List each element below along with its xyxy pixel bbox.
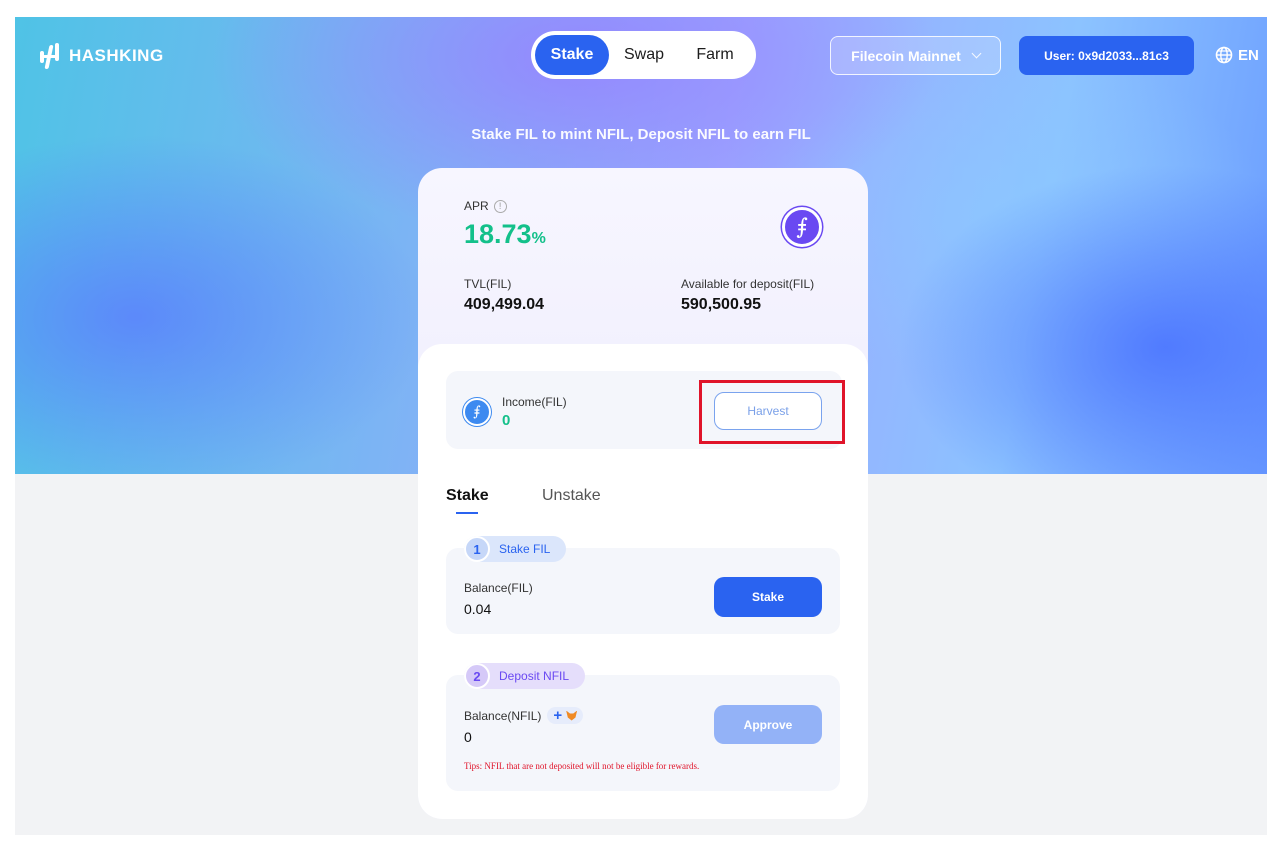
language-switcher[interactable]: EN [1215, 46, 1259, 64]
harvest-button[interactable]: Harvest [714, 392, 822, 430]
apr-label-row: APR ! [464, 199, 507, 213]
step-stake-fil: 1 Stake FIL Balance(FIL) 0.04 Stake [446, 536, 840, 634]
stake-card: APR ! 18.73% ⨎ TVL(FIL) 409,499.04 Avail… [418, 168, 868, 819]
balance-label: Balance(NFIL) [464, 708, 542, 723]
globe-icon [1215, 46, 1233, 64]
info-icon[interactable]: ! [493, 199, 507, 213]
add-token-icon[interactable]: + [553, 708, 562, 723]
tvl-label: TVL(FIL) [464, 277, 512, 291]
tab-unstake[interactable]: Unstake [542, 487, 601, 505]
step-deposit-nfil: 2 Deposit NFIL Balance(NFIL) + 0 Approve… [446, 663, 840, 791]
stats-panel: APR ! 18.73% ⨎ TVL(FIL) 409,499.04 Avail… [418, 168, 868, 368]
approve-button[interactable]: Approve [714, 705, 822, 744]
nav-tab-farm[interactable]: Farm [679, 35, 751, 75]
chevron-down-icon [971, 48, 982, 59]
step-tag: 1 Stake FIL [464, 536, 567, 562]
balance-value: 0.04 [464, 601, 492, 617]
balance-value: 0 [464, 729, 472, 745]
active-tab-indicator [456, 512, 478, 514]
network-select[interactable]: Filecoin Mainnet [830, 36, 1001, 75]
step-number: 2 [464, 663, 490, 689]
income-box: ⨎ Income(FIL) 0 Harvest [446, 371, 845, 449]
tips-text: Tips: NFIL that are not deposited will n… [464, 761, 700, 771]
language-label: EN [1238, 46, 1259, 64]
tab-stake[interactable]: Stake [446, 487, 489, 505]
nav-tab-swap[interactable]: Swap [609, 35, 679, 75]
income-label: Income(FIL) [502, 395, 567, 409]
available-value: 590,500.95 [681, 296, 762, 313]
hero-subtitle: Stake FIL to mint NFIL, Deposit NFIL to … [471, 126, 811, 143]
filecoin-icon: ⨎ [463, 398, 491, 426]
stake-button[interactable]: Stake [714, 577, 822, 617]
step-tag: 2 Deposit NFIL [464, 663, 586, 689]
logo[interactable]: HASHKING [39, 43, 164, 69]
main-nav: Stake Swap Farm [531, 31, 756, 79]
user-account-button[interactable]: User: 0x9d2033...81c3 [1019, 36, 1194, 75]
stake-panel: ⨎ Income(FIL) 0 Harvest Stake Unstake 1 … [418, 344, 868, 819]
token-actions: + [547, 707, 584, 724]
apr-label: APR [464, 199, 489, 213]
balance-label: Balance(FIL) [464, 581, 533, 595]
apr-value: 18.73% [464, 219, 546, 249]
metamask-fox-icon[interactable] [566, 710, 578, 721]
tvl-value: 409,499.04 [464, 296, 545, 313]
step-title: Stake FIL [499, 542, 551, 556]
filecoin-icon: ⨎ [782, 207, 822, 247]
page: HASHKING Stake Swap Farm Filecoin Mainne… [15, 17, 1267, 835]
nav-tab-stake[interactable]: Stake [535, 35, 609, 75]
step-number: 1 [464, 536, 490, 562]
balance-label-row: Balance(NFIL) + [464, 707, 584, 724]
income-value: 0 [502, 412, 511, 429]
hashking-logo-icon [39, 43, 63, 69]
network-label: Filecoin Mainnet [851, 47, 961, 64]
step-title: Deposit NFIL [499, 669, 570, 683]
available-label: Available for deposit(FIL) [681, 277, 815, 291]
logo-text: HASHKING [69, 46, 164, 65]
